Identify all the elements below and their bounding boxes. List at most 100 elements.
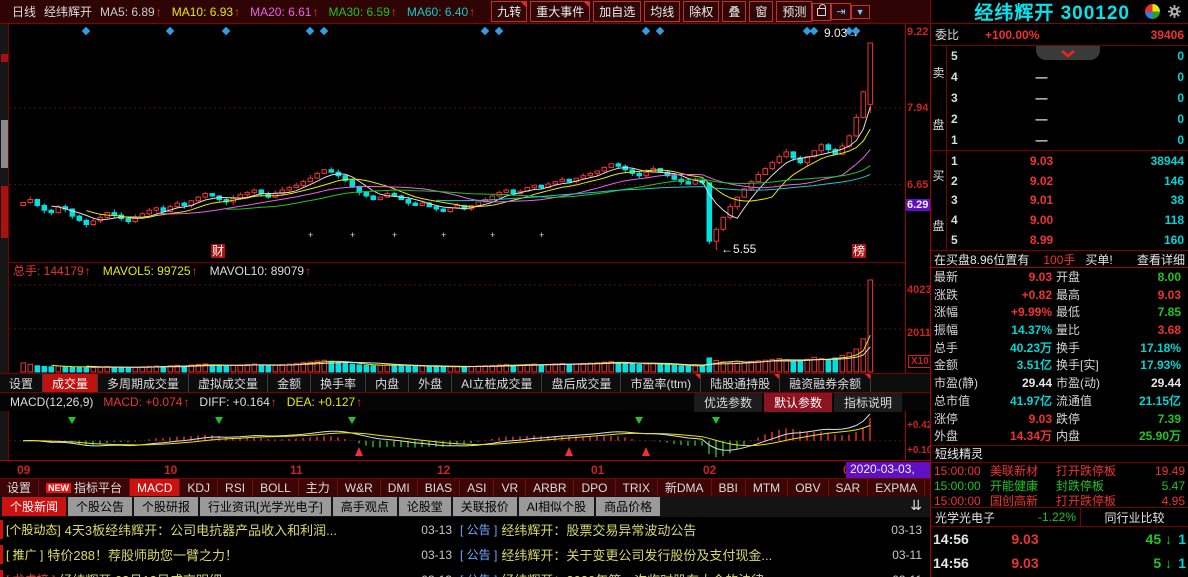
buy-level-row[interactable]: 29.02146 xyxy=(947,171,1188,191)
news-item[interactable]: [ 推广 ]特价288！荐股师助您一臂之力！03-13 xyxy=(0,545,460,564)
indicator-tab-KDJ[interactable]: KDJ xyxy=(180,479,218,496)
buy-level-row[interactable]: 19.0338944 xyxy=(947,151,1188,171)
gear-icon[interactable] xyxy=(1167,4,1182,19)
high-price-annotation: 9.03→ xyxy=(824,26,859,40)
news-item[interactable]: [个股动态]4天3板经纬辉开：公司电抗器产品收入和利润...03-13 xyxy=(0,520,460,539)
volume-tab-成交量[interactable]: 成交量 xyxy=(43,374,98,392)
volume-tab-换手率[interactable]: 换手率 xyxy=(311,374,366,392)
news-tab-高手观点[interactable]: 高手观点 xyxy=(333,497,397,516)
alert-row[interactable]: 15:00:00开能健康封跌停板5.47 xyxy=(931,478,1188,493)
buy-quantity: 38944 xyxy=(1118,154,1184,168)
toolbar-button-重大事件[interactable]: 重大事件 xyxy=(530,1,590,22)
volume-tab-设置[interactable]: 设置 xyxy=(0,374,43,392)
indicator-tab-指标平台[interactable]: NEW指标平台 xyxy=(39,479,130,496)
macd-button-指标说明[interactable]: 指标说明 xyxy=(834,393,902,412)
news-tab-个股新闻[interactable]: 个股新闻 xyxy=(2,497,66,516)
sell-level-row[interactable]: 4—0 xyxy=(947,67,1188,88)
volume-tab-AI立桩成交量[interactable]: AI立桩成交量 xyxy=(452,374,542,392)
indicator-tab-TRIX[interactable]: TRIX xyxy=(616,479,658,496)
chevron-down-icon[interactable]: ▼ xyxy=(851,5,870,19)
view-detail-link[interactable]: 查看详细 xyxy=(1137,251,1185,268)
indicator-tab-DMI[interactable]: DMI xyxy=(381,479,418,496)
period-label[interactable]: 日线 xyxy=(12,3,36,20)
indicator-tab-SAR[interactable]: SAR xyxy=(829,479,869,496)
news-item[interactable]: [ 公告 ]经纬辉开：股票交易异常波动公告03-13 xyxy=(460,520,930,539)
scroll-down-icon[interactable]: ⇊ xyxy=(902,497,930,516)
volume-tab-融资融券余额[interactable]: 融资融券余额 xyxy=(780,374,871,392)
toolbar-button-加自选[interactable]: 加自选 xyxy=(593,1,641,22)
volume-tab-市盈率(ttm)[interactable]: 市盈率(ttm) xyxy=(621,374,701,392)
volume-tab-多周期成交量[interactable]: 多周期成交量 xyxy=(98,374,189,392)
news-tab-关联报价[interactable]: 关联报价 xyxy=(453,497,517,516)
kline-chart[interactable]: ++++++ 9.03→ ←5.55 财 榜 xyxy=(9,24,905,262)
buy-side-label: 买盘 xyxy=(931,151,947,250)
volume-chart[interactable] xyxy=(9,278,905,373)
finance-badge[interactable]: 财 xyxy=(211,244,225,258)
buy-level-row[interactable]: 49.00118 xyxy=(947,210,1188,230)
rank-badge[interactable]: 榜 xyxy=(852,244,866,258)
news-item[interactable]: [ 龙虎榜 ]经纬辉开 03月13日成交明细03-13 xyxy=(0,570,460,577)
macd-button-优选参数[interactable]: 优选参数 xyxy=(694,393,762,412)
indicator-tab-OBV[interactable]: OBV xyxy=(788,479,828,496)
svg-text:+: + xyxy=(308,230,313,240)
sell-level-row[interactable]: 2—0 xyxy=(947,108,1188,129)
toolbar-button-窗[interactable]: 窗 xyxy=(749,1,773,22)
news-item[interactable]: [ 公告 ]经纬辉开：2020年第一次临时股东大会的法律...03-11 xyxy=(460,570,930,577)
news-tab-个股研报[interactable]: 个股研报 xyxy=(134,497,198,516)
news-tab-行业资讯[光学光电子][interactable]: 行业资讯[光学光电子] xyxy=(200,497,331,516)
news-item[interactable]: [ 公告 ]经纬辉开：关于变更公司发行股份及支付现金...03-11 xyxy=(460,545,930,564)
indicator-tab-MACD[interactable]: MACD xyxy=(130,479,180,496)
indicator-tab-BIAS[interactable]: BIAS xyxy=(418,479,460,496)
news-tab-论股堂[interactable]: 论股堂 xyxy=(399,497,451,516)
sell-level-row[interactable]: 3—0 xyxy=(947,88,1188,109)
toolbar-button-叠[interactable]: 叠 xyxy=(722,1,746,22)
buy-quantity: 160 xyxy=(1118,233,1184,247)
buy-level-row[interactable]: 58.99160 xyxy=(947,230,1188,250)
indicator-tab-BOLL[interactable]: BOLL xyxy=(253,479,299,496)
indicator-tab-新DMA[interactable]: 新DMA xyxy=(658,479,712,496)
industry-cell[interactable]: 光学光电子 -1.22% xyxy=(931,508,1081,526)
macd-value-label: DEA: +0.127↑ xyxy=(287,395,364,409)
volume-tab-金额[interactable]: 金额 xyxy=(268,374,311,392)
indicator-tab-ASI[interactable]: ASI xyxy=(460,479,494,496)
indicator-tab-MTM[interactable]: MTM xyxy=(746,479,788,496)
title-zone: 经纬辉开 300120 xyxy=(930,0,1188,24)
macd-chart[interactable] xyxy=(9,411,905,460)
toolbar-button-预测[interactable]: 预测 xyxy=(776,1,812,22)
stat-value: 41.97亿 xyxy=(986,393,1056,411)
indicator-tab-RSI[interactable]: RSI xyxy=(218,479,253,496)
ma-value-label: MA10: 6.93↑ xyxy=(172,5,242,19)
sell-level-row[interactable]: 1—0 xyxy=(947,129,1188,150)
news-tab-商品价格[interactable]: 商品价格 xyxy=(596,497,660,516)
up-arrow-icon: ↑ xyxy=(85,264,91,278)
indicator-tab-W&R[interactable]: W&R xyxy=(338,479,381,496)
lock-icon[interactable] xyxy=(812,3,831,21)
indicator-tab-主力[interactable]: 主力 xyxy=(299,479,338,496)
goto-latest-icon[interactable]: ⇥ xyxy=(831,3,850,20)
indicator-tab-DPO[interactable]: DPO xyxy=(574,479,615,496)
toolbar-button-九转[interactable]: 九转 xyxy=(491,1,527,22)
volume-tab-陆股通持股[interactable]: 陆股通持股 xyxy=(701,374,780,392)
indicator-tab-VR[interactable]: VR xyxy=(494,479,526,496)
macd-button-默认参数[interactable]: 默认参数 xyxy=(764,393,832,412)
alert-row[interactable]: 15:00:00国创高新打开跌停板4.95 xyxy=(931,493,1188,508)
buy-level-row[interactable]: 39.0138 xyxy=(947,191,1188,211)
toolbar-button-除权[interactable]: 除权 xyxy=(683,1,719,22)
pie-chart-icon[interactable] xyxy=(1145,4,1160,19)
indicator-tab-BBI[interactable]: BBI xyxy=(712,479,746,496)
news-tab-AI相似个股[interactable]: AI相似个股 xyxy=(519,497,594,516)
volume-tab-内盘[interactable]: 内盘 xyxy=(366,374,409,392)
collapse-book-button[interactable] xyxy=(1036,46,1100,60)
indicator-tab-设置[interactable]: 设置 xyxy=(0,479,39,496)
indicator-tab-EXPMA[interactable]: EXPMA xyxy=(868,479,925,496)
volume-tab-盘后成交量[interactable]: 盘后成交量 xyxy=(542,374,621,392)
alert-row[interactable]: 15:00:00美联新材打开跌停板19.49 xyxy=(931,463,1188,478)
volume-tab-外盘[interactable]: 外盘 xyxy=(409,374,452,392)
news-tab-个股公告[interactable]: 个股公告 xyxy=(68,497,132,516)
industry-compare-link[interactable]: 同行业比较 xyxy=(1081,508,1188,526)
indicator-tab-label: MACD xyxy=(137,481,172,495)
toolbar-button-均线[interactable]: 均线 xyxy=(644,1,680,22)
new-badge: NEW xyxy=(46,483,71,493)
volume-tab-虚拟成交量[interactable]: 虚拟成交量 xyxy=(189,374,268,392)
indicator-tab-ARBR[interactable]: ARBR xyxy=(526,479,574,496)
